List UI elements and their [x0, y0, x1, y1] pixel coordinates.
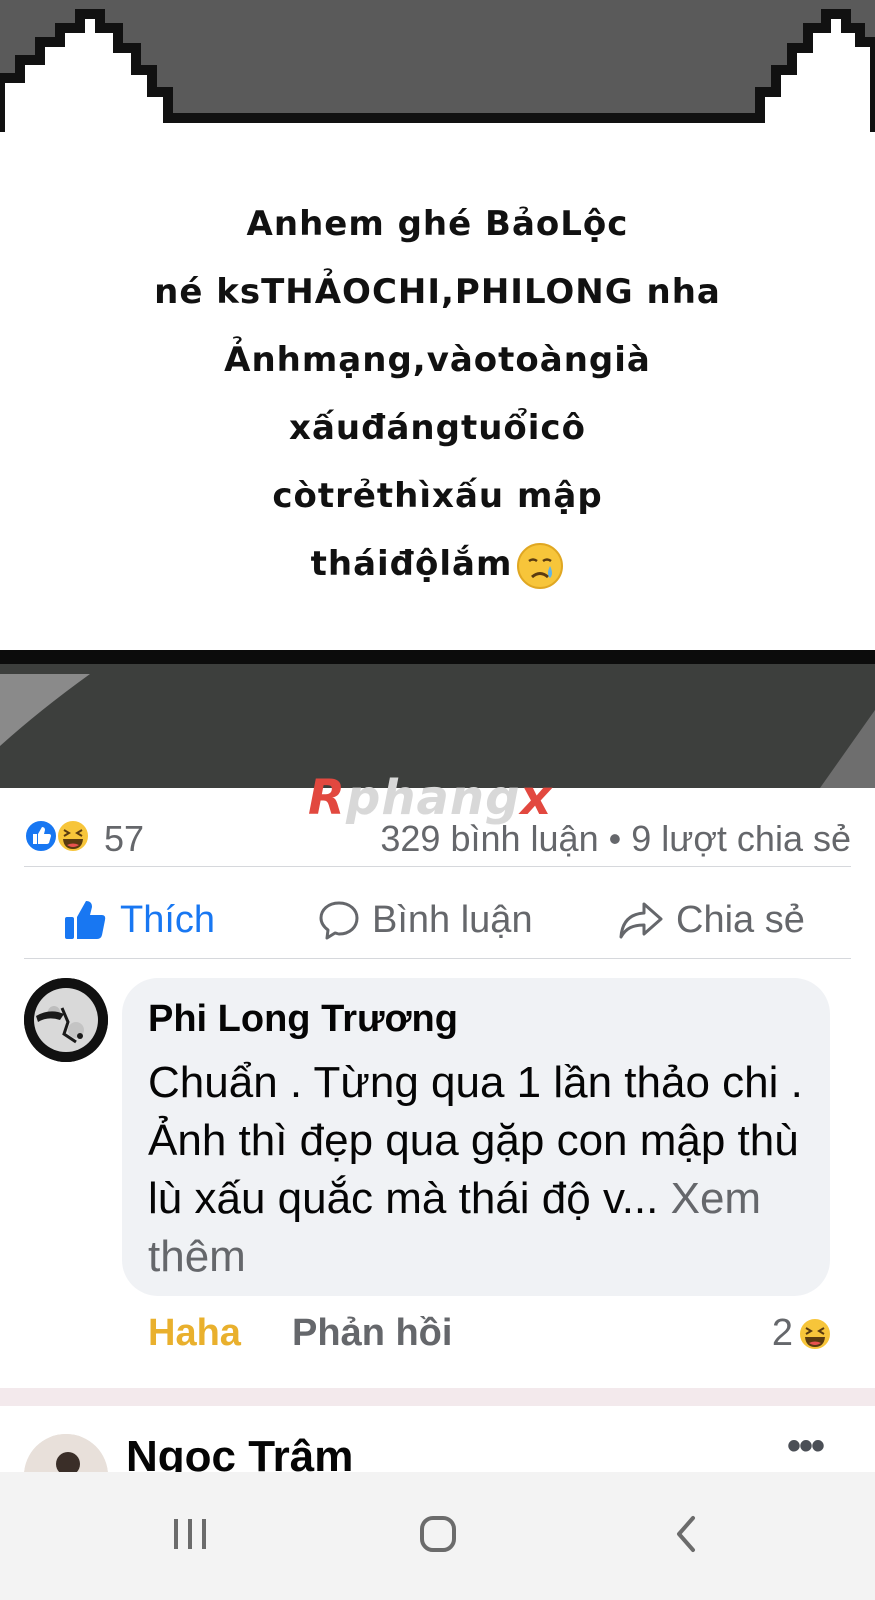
crying-face-icon: [517, 542, 564, 589]
meme-card: Anhem ghé BảoLộc né ksTHẢOCHI,PHILONG nh…: [0, 132, 875, 652]
comments-shares-count[interactable]: 329 bình luận • 9 lượt chia sẻ: [380, 818, 851, 860]
pixel-frame-bottom: [0, 650, 875, 788]
like-reaction-icon: [24, 819, 58, 853]
haha-reaction-icon: [56, 819, 90, 853]
post-stats: 57 329 bình luận • 9 lượt chia sẻ: [24, 812, 851, 868]
comment-author[interactable]: Phi Long Trương: [148, 996, 804, 1042]
comment-reaction-count: 2: [771, 1312, 793, 1354]
pixel-frame-top: [0, 0, 875, 150]
avatar[interactable]: [24, 978, 108, 1062]
divider: [24, 866, 851, 867]
like-button[interactable]: Thích: [62, 890, 215, 950]
meme-line: xấuđángtuổicô: [289, 408, 586, 448]
back-icon: [677, 1516, 695, 1552]
recent-apps-button[interactable]: [160, 1504, 220, 1564]
comment-bubble[interactable]: Phi Long Trương Chuẩn . Từng qua 1 lần t…: [122, 978, 830, 1296]
share-label: Chia sẻ: [676, 898, 805, 941]
meme-line-last: tháiđộlắm: [0, 530, 875, 598]
home-button[interactable]: [408, 1504, 468, 1564]
reaction-icons[interactable]: [24, 818, 94, 854]
comment-label: Bình luận: [372, 898, 533, 941]
comment-icon: [319, 901, 359, 940]
back-button[interactable]: [656, 1504, 716, 1564]
reply-button[interactable]: Phản hồi: [292, 1312, 452, 1355]
haha-reaction-button[interactable]: Haha: [148, 1312, 241, 1355]
system-navigation-bar: [0, 1472, 875, 1600]
moon-avatar-icon: [24, 978, 108, 1062]
thumbs-up-icon: [65, 901, 106, 939]
meme-line: còtrẻthìxấu mập: [272, 476, 603, 516]
share-button[interactable]: Chia sẻ: [618, 890, 805, 950]
haha-reaction-icon: [798, 1316, 832, 1351]
post-image[interactable]: Anhem ghé BảoLộc né ksTHẢOCHI,PHILONG nh…: [0, 0, 875, 788]
meme-line: né ksTHẢOCHI,PHILONG nha: [154, 272, 721, 312]
like-label: Thích: [120, 898, 216, 941]
meme-line: Ảnhmạng,vàotoàngià: [224, 340, 651, 380]
comment-reaction-summary[interactable]: 2: [772, 1312, 833, 1355]
divider: [24, 958, 851, 959]
comment-body: Chuẩn . Từng qua 1 lần thảo chi . Ảnh th…: [148, 1054, 804, 1286]
comment-button[interactable]: Bình luận: [318, 890, 533, 950]
meme-line: Anhem ghé BảoLộc: [246, 204, 629, 244]
comment-separator: [0, 1388, 875, 1406]
more-options-icon[interactable]: •••: [787, 1424, 825, 1469]
reaction-count[interactable]: 57: [104, 818, 144, 860]
meme-text: Anhem ghé BảoLộc né ksTHẢOCHI,PHILONG nh…: [0, 190, 875, 598]
recent-apps-icon: [174, 1519, 206, 1549]
share-arrow-icon: [619, 902, 663, 939]
home-icon: [420, 1516, 456, 1552]
meme-line-text: tháiđộlắm: [310, 544, 513, 584]
